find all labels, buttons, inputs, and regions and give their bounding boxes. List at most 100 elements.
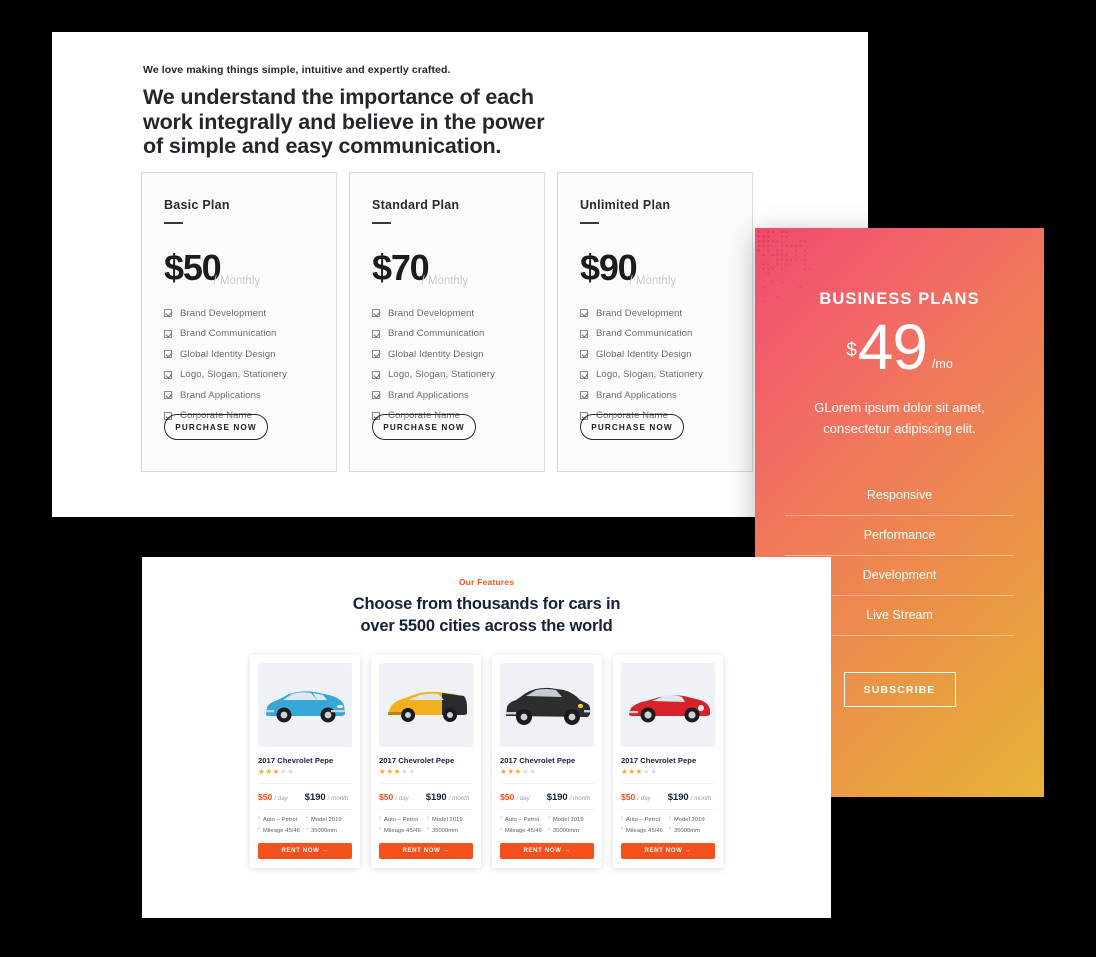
price-per-month-unit: / month bbox=[327, 794, 349, 802]
plan-feature-label: Logo, Slogan, Stationery bbox=[388, 369, 495, 381]
price-per-day-unit: / day bbox=[274, 794, 288, 802]
price-per-day-unit: / day bbox=[395, 794, 409, 802]
plan-feature: Brand Development bbox=[372, 308, 522, 319]
price-per-day: $50 bbox=[500, 791, 515, 802]
price-per-month-unit: / month bbox=[690, 794, 712, 802]
plan-feature: Brand Applications bbox=[164, 390, 314, 401]
car-spec: Mileage 45/46 bbox=[258, 828, 306, 834]
car-card[interactable]: 2017 Chevrolet Pepe ★★★★★ $50 / day $190… bbox=[371, 655, 481, 868]
car-spec: Model 2019 bbox=[427, 817, 473, 823]
car-name: 2017 Chevrolet Pepe bbox=[500, 756, 576, 765]
price-per-month-unit: / month bbox=[448, 794, 470, 802]
plan-name: Basic Plan bbox=[164, 198, 230, 212]
currency-symbol: $ bbox=[846, 340, 857, 361]
purchase-now-button[interactable]: PURCHASE NOW bbox=[580, 414, 684, 440]
plan-feature: Brand Development bbox=[580, 308, 730, 319]
plan-feature-label: Brand Development bbox=[596, 307, 683, 319]
car-spec: Model 2019 bbox=[306, 817, 352, 823]
rent-now-button[interactable]: RENT NOW → bbox=[379, 842, 473, 859]
car-rating: ★★★★★ bbox=[258, 768, 352, 776]
car-name: 2017 Chevrolet Pepe bbox=[621, 756, 697, 765]
car-spec: 35000mm bbox=[306, 828, 352, 834]
features-title-line1: Choose from thousands for cars in bbox=[352, 595, 621, 613]
car-photo bbox=[500, 663, 594, 747]
plan-feature: Logo, Slogan, Stationery bbox=[164, 369, 314, 380]
car-spec: Mileage 45/46 bbox=[379, 828, 427, 834]
features-panel: Our Features Choose from thousands for c… bbox=[142, 557, 831, 918]
rating-star: ★ bbox=[628, 767, 636, 776]
plan-feature: Global Identity Design bbox=[164, 349, 314, 360]
divider bbox=[580, 222, 599, 224]
car-pricing: $50 / day $190 / month bbox=[379, 791, 473, 802]
plan-feature: Global Identity Design bbox=[580, 349, 730, 360]
car-specs: Auto – Petrol Model 2019 Mileage 45/46 3… bbox=[621, 817, 715, 834]
plan-feature-label: Global Identity Design bbox=[388, 348, 484, 360]
plan-feature: Brand Communication bbox=[164, 328, 314, 339]
divider bbox=[258, 782, 352, 784]
rating-star: ★ bbox=[650, 767, 658, 776]
car-spec: Auto – Petrol bbox=[258, 817, 306, 823]
plan-name: Unlimited Plan bbox=[580, 198, 671, 212]
price-per-month: $190 bbox=[304, 790, 326, 802]
price-per-day-unit: / day bbox=[637, 794, 651, 802]
rent-now-button[interactable]: RENT NOW → bbox=[621, 842, 715, 859]
rating-star: ★ bbox=[393, 767, 401, 776]
plan-feature-label: Logo, Slogan, Stationery bbox=[596, 369, 703, 381]
plan-feature: Logo, Slogan, Stationery bbox=[372, 369, 522, 380]
rating-star: ★ bbox=[635, 767, 643, 776]
divider bbox=[621, 782, 715, 784]
checkbox-icon bbox=[164, 370, 172, 379]
car-spec: Model 2019 bbox=[548, 817, 594, 823]
plan-feature: Logo, Slogan, Stationery bbox=[580, 369, 730, 380]
purchase-now-button[interactable]: PURCHASE NOW bbox=[164, 414, 268, 440]
divider bbox=[500, 808, 594, 810]
rating-star: ★ bbox=[287, 767, 295, 776]
subscribe-button[interactable]: SUBSCRIBE bbox=[843, 672, 956, 707]
plan-feature-label: Brand Communication bbox=[388, 328, 485, 340]
plan-price: $70 / Monthly bbox=[372, 249, 522, 287]
rent-now-button[interactable]: RENT NOW → bbox=[500, 842, 594, 859]
plan-price: $50 / Monthly bbox=[164, 249, 314, 287]
car-rating: ★★★★★ bbox=[621, 768, 715, 776]
car-pricing: $50 / day $190 / month bbox=[621, 791, 715, 802]
car-specs: Auto – Petrol Model 2019 Mileage 45/46 3… bbox=[258, 817, 352, 834]
rating-star: ★ bbox=[408, 767, 416, 776]
checkbox-icon bbox=[580, 329, 588, 338]
car-rating: ★★★★★ bbox=[379, 768, 473, 776]
price-per-month: $190 bbox=[667, 790, 689, 802]
divider bbox=[372, 222, 391, 224]
rating-star: ★ bbox=[386, 767, 394, 776]
car-card[interactable]: 2017 Chevrolet Pepe ★★★★★ $50 / day $190… bbox=[492, 655, 602, 868]
plan-feature-label: Global Identity Design bbox=[180, 348, 276, 360]
price-per-month-unit: / month bbox=[569, 794, 591, 802]
car-spec: Model 2019 bbox=[669, 817, 715, 823]
car-spec: Auto – Petrol bbox=[500, 817, 548, 823]
plan-feature-label: Global Identity Design bbox=[596, 348, 692, 360]
plan-price-period: / Monthly bbox=[629, 274, 677, 287]
business-price: $ 49 /mo bbox=[755, 315, 1044, 379]
pricing-plan-list: Basic Plan $50 / Monthly Brand Developme… bbox=[141, 172, 753, 472]
divider bbox=[258, 808, 352, 810]
purchase-now-button[interactable]: PURCHASE NOW bbox=[372, 414, 476, 440]
checkbox-icon bbox=[580, 391, 588, 400]
rating-star: ★ bbox=[529, 767, 537, 776]
plan-price-period: / Monthly bbox=[213, 274, 261, 287]
car-pricing: $50 / day $190 / month bbox=[500, 791, 594, 802]
car-spec: 35000mm bbox=[427, 828, 473, 834]
rent-now-button[interactable]: RENT NOW → bbox=[258, 842, 352, 859]
price-amount: 49 bbox=[857, 311, 928, 383]
price-per-day: $50 bbox=[621, 791, 636, 802]
plan-feature-label: Brand Development bbox=[180, 307, 267, 319]
car-card[interactable]: 2017 Chevrolet Pepe ★★★★★ $50 / day $190… bbox=[613, 655, 723, 868]
plan-feature-label: Logo, Slogan, Stationery bbox=[180, 369, 287, 381]
car-card[interactable]: 2017 Chevrolet Pepe ★★★★★ $50 / day $190… bbox=[250, 655, 360, 868]
plan-name: Standard Plan bbox=[372, 198, 460, 212]
car-rating: ★★★★★ bbox=[500, 768, 594, 776]
plan-feature: Brand Communication bbox=[372, 328, 522, 339]
plan-price-period: / Monthly bbox=[421, 274, 469, 287]
car-photo bbox=[621, 663, 715, 747]
price-per-day: $50 bbox=[379, 791, 394, 802]
intro-block: We love making things simple, intuitive … bbox=[143, 64, 763, 159]
plan-feature: Brand Applications bbox=[372, 390, 522, 401]
plan-feature-label: Brand Communication bbox=[596, 328, 693, 340]
